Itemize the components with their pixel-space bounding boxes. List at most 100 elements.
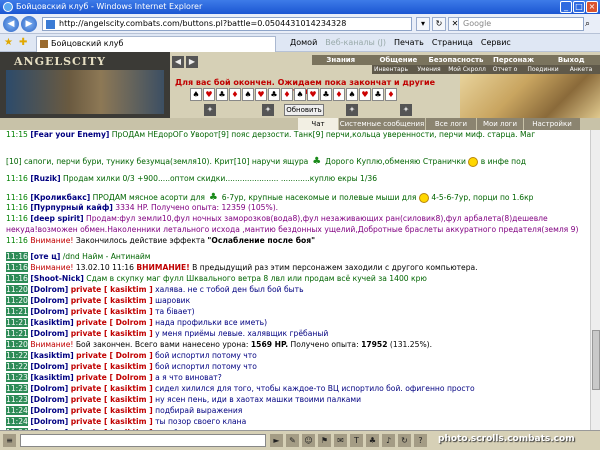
favorites-star-icon[interactable]: ★ [4, 37, 16, 49]
home-button[interactable]: Домой [290, 37, 317, 49]
private-tag[interactable]: private [ kasiktim ] [71, 384, 153, 393]
add-favorites-icon[interactable]: ✚ [19, 37, 31, 49]
message-nick[interactable]: [Shoot-Nick] [30, 274, 84, 283]
message-nick[interactable]: [оте ц] [30, 252, 60, 261]
card-slot[interactable]: ♦ [229, 88, 241, 101]
message-nick[interactable]: [Dolrom] [30, 307, 68, 316]
channel-icon[interactable]: ✉ [334, 434, 347, 447]
search-input[interactable]: Google [458, 17, 584, 31]
message-nick[interactable]: [deep spirit] [30, 214, 83, 223]
private-tag[interactable]: private [ kasiktim ] [71, 395, 153, 404]
dropdown-icon[interactable]: ▾ [416, 17, 430, 31]
message-nick[interactable]: [kasiktim] [30, 351, 73, 360]
card-slot[interactable]: ♦ [281, 88, 293, 101]
reload-icon[interactable]: ↻ [398, 434, 411, 447]
nav-item-sub[interactable]: Умения [410, 65, 448, 74]
card-slot[interactable]: ♠ [294, 88, 306, 101]
nav-item-sub[interactable]: Инвентарь [372, 65, 410, 74]
refresh-icon[interactable]: ↻ [432, 17, 446, 31]
close-button[interactable]: × [586, 1, 598, 13]
tab-system-messages[interactable]: Системные сообщения [339, 118, 425, 130]
page-menu[interactable]: Страница [432, 37, 473, 49]
message-nick[interactable]: [Dolrom] [30, 406, 68, 415]
forward-button[interactable]: ▶ [21, 16, 37, 32]
message-text: Бой закончен. Всего вами нанесено урона: [75, 340, 249, 349]
smiles-icon[interactable]: ☺ [302, 434, 315, 447]
url-field[interactable]: http://angelscity.combats.com/buttons.pl… [42, 17, 412, 31]
message-nick[interactable]: [Ruzik] [30, 174, 60, 183]
scroll-thumb[interactable] [592, 330, 600, 390]
message-nick[interactable]: [Dolrom] [30, 417, 68, 426]
private-tag[interactable]: private [ kasiktim ] [71, 296, 153, 305]
card-slot[interactable]: ♥ [255, 88, 267, 101]
nav-item-sub[interactable]: Отчет о переводах [486, 65, 524, 82]
message-text: ты позор своего клана [155, 417, 247, 426]
tab-my-logs[interactable]: Мои логи [477, 118, 523, 130]
arrow-right-icon[interactable]: ▶ [186, 56, 198, 68]
message-nick[interactable]: [Dolrom] [30, 285, 68, 294]
message-nick[interactable]: [Dolrom] [30, 296, 68, 305]
card-slot[interactable]: ♥ [203, 88, 215, 101]
message-nick[interactable]: [Dolrom] [30, 384, 68, 393]
scroll-icon[interactable]: ✦ [262, 104, 274, 116]
friends-icon[interactable]: ♣ [366, 434, 379, 447]
message-nick[interactable]: [Dolrom] [30, 395, 68, 404]
translit-icon[interactable]: T [350, 434, 363, 447]
private-tag[interactable]: private [ kasiktim ] [71, 329, 153, 338]
card-slot[interactable]: ♠ [190, 88, 202, 101]
print-button[interactable]: Печать [394, 37, 424, 49]
tools-menu[interactable]: Сервис [481, 37, 511, 49]
help-icon[interactable]: ? [414, 434, 427, 447]
nav-item-top[interactable]: Персонаж [485, 55, 543, 65]
private-tag[interactable]: private [ kasiktim ] [71, 285, 153, 294]
address-buttons: ▾ ↻ ✕ [416, 17, 462, 31]
message-nick[interactable]: [Кроликбакс] [30, 193, 90, 202]
sound-icon[interactable]: ♪ [382, 434, 395, 447]
card-slot[interactable]: ♠ [242, 88, 254, 101]
tab-chat[interactable]: Чат [298, 118, 338, 130]
private-tag[interactable]: private [ kasiktim ] [71, 307, 153, 316]
nav-item-top[interactable]: Выход [542, 55, 600, 65]
send-icon[interactable]: ► [270, 434, 283, 447]
page-icon [46, 20, 55, 29]
chat-menu-icon[interactable]: ≡ [3, 434, 16, 447]
private-tag[interactable]: private [ kasiktim ] [71, 406, 153, 415]
message-nick[interactable]: [kasiktim] [30, 318, 73, 327]
private-tag[interactable]: private [ Dolrom ] [76, 373, 153, 382]
message-extra: Дорого Куплю,обменяю Странички [325, 157, 466, 166]
nav-item-top[interactable]: Знания [312, 55, 370, 65]
private-tag[interactable]: private [ kasiktim ] [71, 362, 153, 371]
nav-item-sub[interactable]: Мой Скролл [448, 65, 486, 74]
minimize-button[interactable]: _ [560, 1, 572, 13]
nav-item-sub[interactable]: Поединки [524, 65, 562, 74]
clear-icon[interactable]: ✎ [286, 434, 299, 447]
private-tag[interactable]: private [ Dolrom ] [76, 351, 153, 360]
nav-item-top[interactable]: Общение [370, 55, 428, 65]
feeds-button[interactable]: Веб-каналы (J) [325, 37, 386, 49]
chat-input[interactable] [20, 434, 266, 447]
search-icon[interactable]: ⌕ [585, 17, 598, 31]
message-nick[interactable]: [Fear your Enemy] [30, 130, 109, 139]
message-nick[interactable]: [kasiktim] [30, 373, 73, 382]
tab-active[interactable]: Бойцовский клуб [36, 36, 276, 52]
private-tag[interactable]: private [ Dolrom ] [76, 318, 153, 327]
tab-all-logs[interactable]: Все логи [426, 118, 476, 130]
message-nick[interactable]: [Dolrom] [30, 329, 68, 338]
filter-icon[interactable]: ⚑ [318, 434, 331, 447]
message-nick[interactable]: [Пурпурный кайф] [30, 203, 113, 212]
message-nick[interactable]: [Dolrom] [30, 362, 68, 371]
back-button[interactable]: ◀ [3, 16, 19, 32]
tab-settings[interactable]: Настройки [524, 118, 580, 130]
chat-scrollbar[interactable] [590, 130, 600, 430]
maximize-button[interactable]: □ [573, 1, 585, 13]
message-text: 3334 HP. Получено опыта: 12359 (105%). [115, 203, 279, 212]
nav-item-sub[interactable]: Анкета [562, 65, 600, 74]
message-text-2: В предыдущий раз этим персонажем заходил… [192, 263, 478, 272]
nav-item-top[interactable]: Безопасность [427, 55, 485, 65]
card-slot[interactable]: ♣ [216, 88, 228, 101]
card-slot[interactable]: ♣ [268, 88, 280, 101]
private-tag[interactable]: private [ kasiktim ] [71, 417, 153, 426]
message-time: 11:21 [6, 318, 28, 327]
arrow-left-icon[interactable]: ◀ [172, 56, 184, 68]
shield-icon[interactable]: ✦ [204, 104, 216, 116]
